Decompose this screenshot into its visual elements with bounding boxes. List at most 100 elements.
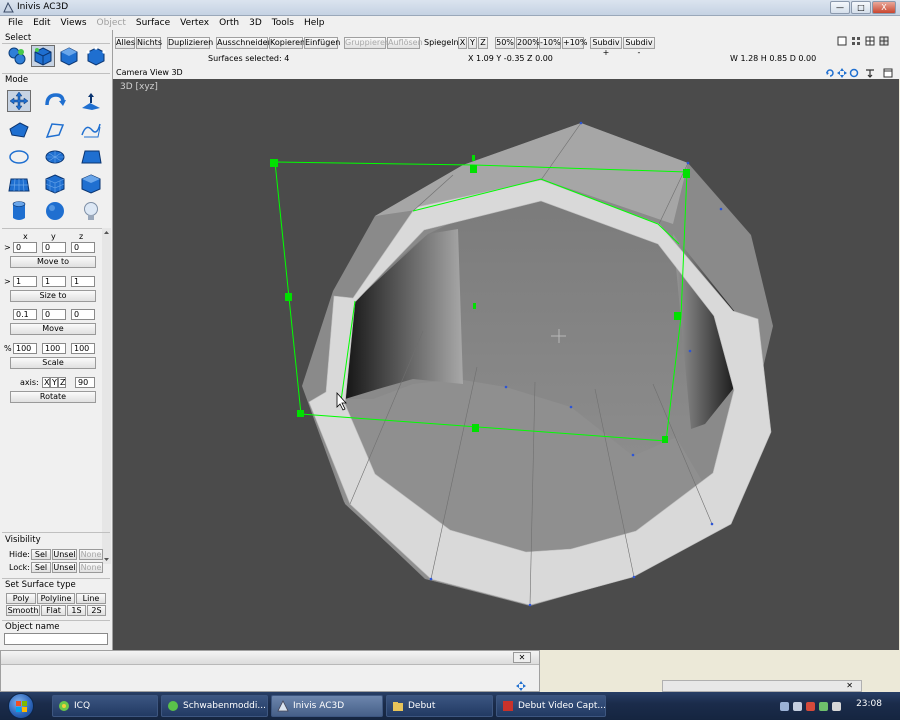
rotate-axis-z[interactable]: Z <box>58 377 66 388</box>
menu-surface[interactable]: Surface <box>131 18 175 28</box>
copy-button[interactable]: Kopieren <box>269 37 305 49</box>
pan-icon[interactable] <box>516 681 526 691</box>
menu-tools[interactable]: Tools <box>267 18 299 28</box>
scene-canvas[interactable] <box>113 79 899 650</box>
camera-rotate-icon[interactable] <box>825 68 835 78</box>
object-name-input[interactable] <box>4 633 108 645</box>
layout-icon[interactable] <box>837 36 847 46</box>
cut-button[interactable]: Ausschneiden <box>216 37 273 49</box>
menu-file[interactable]: File <box>3 18 28 28</box>
size-to-x-input[interactable]: 1 <box>13 276 37 287</box>
tray-network-icon[interactable] <box>780 701 789 711</box>
rotate-mode-button[interactable] <box>43 90 67 112</box>
minimized-panel[interactable]: ✕ <box>662 680 862 692</box>
tray-volume-icon[interactable] <box>793 701 802 711</box>
mirror-x-button[interactable]: X <box>458 37 467 49</box>
move-z-input[interactable]: 0 <box>71 309 95 320</box>
lock-unsel-button[interactable]: Unsel <box>52 562 77 573</box>
scale-button[interactable]: Scale <box>10 357 96 369</box>
taskbar-task-schwaben[interactable]: Schwabenmoddi... <box>161 695 268 717</box>
four-view-icon[interactable] <box>865 36 875 46</box>
draw-box-button[interactable] <box>79 173 103 195</box>
subdiv-minus-button[interactable]: Subdiv - <box>623 37 655 57</box>
zoom-plus-10-button[interactable]: +10% <box>562 37 587 49</box>
surface-line-button[interactable]: Line <box>76 593 106 604</box>
3d-viewport[interactable]: 3D [xyz] <box>113 79 899 650</box>
draw-ellipse-button[interactable] <box>7 146 31 168</box>
rotate-button[interactable]: Rotate <box>10 391 96 403</box>
maximize-button[interactable]: □ <box>851 1 871 14</box>
select-surface-button[interactable] <box>57 45 81 67</box>
camera-reset-icon[interactable] <box>865 68 875 78</box>
zoom-50-button[interactable]: 50% <box>495 37 515 49</box>
select-group-button[interactable] <box>5 45 29 67</box>
draw-polygon-button[interactable] <box>7 119 31 141</box>
rotate-angle-input[interactable]: 90 <box>75 377 95 388</box>
single-view-icon[interactable] <box>879 36 889 46</box>
close-button[interactable]: X <box>872 1 896 14</box>
size-to-button[interactable]: Size to <box>10 290 96 302</box>
select-all-button[interactable]: Alles <box>115 37 135 49</box>
start-button[interactable] <box>8 693 34 719</box>
viewport-maximize-icon[interactable] <box>883 68 893 78</box>
extrude-mode-button[interactable] <box>79 90 103 112</box>
move-button[interactable]: Move <box>10 323 96 335</box>
menu-3d[interactable]: 3D <box>244 18 267 28</box>
surface-poly-button[interactable]: Poly <box>6 593 36 604</box>
hide-sel-button[interactable]: Sel <box>31 549 51 560</box>
draw-polyline-button[interactable] <box>43 119 67 141</box>
duplicate-button[interactable]: Duplizieren <box>167 37 213 49</box>
draw-sphere-button[interactable] <box>43 200 67 222</box>
two-sided-button[interactable]: 2S <box>87 605 106 616</box>
tray-record-icon[interactable] <box>806 701 815 711</box>
taskbar-task-ac3d[interactable]: Inivis AC3D <box>271 695 383 717</box>
zoom-200-button[interactable]: 200% <box>516 37 540 49</box>
taskbar-task-debut-capture[interactable]: Debut Video Capt... <box>496 695 606 717</box>
menu-views[interactable]: Views <box>56 18 92 28</box>
menu-object[interactable]: Object <box>92 18 131 28</box>
zoom-minus-10-button[interactable]: -10% <box>539 37 561 49</box>
ungroup-button[interactable]: Auflösen <box>387 37 423 49</box>
menu-orth[interactable]: Orth <box>214 18 244 28</box>
hide-unsel-button[interactable]: Unsel <box>52 549 77 560</box>
taskbar-task-icq[interactable]: ICQ <box>52 695 158 717</box>
flat-button[interactable]: Flat <box>41 605 66 616</box>
move-to-y-input[interactable]: 0 <box>42 242 66 253</box>
draw-cylinder-button[interactable] <box>7 200 31 222</box>
move-to-arrow[interactable]: > <box>4 243 11 252</box>
group-button[interactable]: Gruppieren <box>344 37 390 49</box>
move-y-input[interactable]: 0 <box>42 309 66 320</box>
one-sided-button[interactable]: 1S <box>67 605 86 616</box>
paste-button[interactable]: Einfügen <box>304 37 340 49</box>
minimize-button[interactable]: — <box>830 1 850 14</box>
tray-icq-icon[interactable] <box>819 701 828 711</box>
size-to-z-input[interactable]: 1 <box>71 276 95 287</box>
move-to-button[interactable]: Move to <box>10 256 96 268</box>
select-object-button[interactable] <box>31 45 55 67</box>
add-light-button[interactable] <box>79 200 103 222</box>
rotate-axis-x[interactable]: X <box>42 377 50 388</box>
draw-mesh-button[interactable] <box>7 173 31 195</box>
draw-disk-button[interactable] <box>43 146 67 168</box>
rotate-axis-y[interactable]: Y <box>50 377 58 388</box>
move-to-z-input[interactable]: 0 <box>71 242 95 253</box>
camera-zoom-icon[interactable] <box>849 68 859 78</box>
sidebar-scrollbar[interactable] <box>102 228 111 564</box>
surface-polyline-button[interactable]: Polyline <box>37 593 75 604</box>
secondary-close-button[interactable]: ✕ <box>513 652 531 663</box>
mirror-z-button[interactable]: Z <box>478 37 488 49</box>
lock-sel-button[interactable]: Sel <box>31 562 51 573</box>
subdiv-plus-button[interactable]: Subdiv + <box>590 37 622 57</box>
camera-pan-icon[interactable] <box>837 68 847 78</box>
lock-none-button[interactable]: None <box>79 562 103 573</box>
scale-z-input[interactable]: 100 <box>71 343 95 354</box>
scale-x-input[interactable]: 100 <box>13 343 37 354</box>
size-to-arrow[interactable]: > <box>4 277 11 286</box>
smooth-button[interactable]: Smooth <box>6 605 40 616</box>
scale-y-input[interactable]: 100 <box>42 343 66 354</box>
grid-icon[interactable] <box>851 36 861 46</box>
move-x-input[interactable]: 0.1 <box>13 309 37 320</box>
taskbar-task-debut[interactable]: Debut <box>386 695 493 717</box>
tray-misc-icon[interactable] <box>832 701 841 711</box>
move-mode-button[interactable] <box>7 90 31 112</box>
